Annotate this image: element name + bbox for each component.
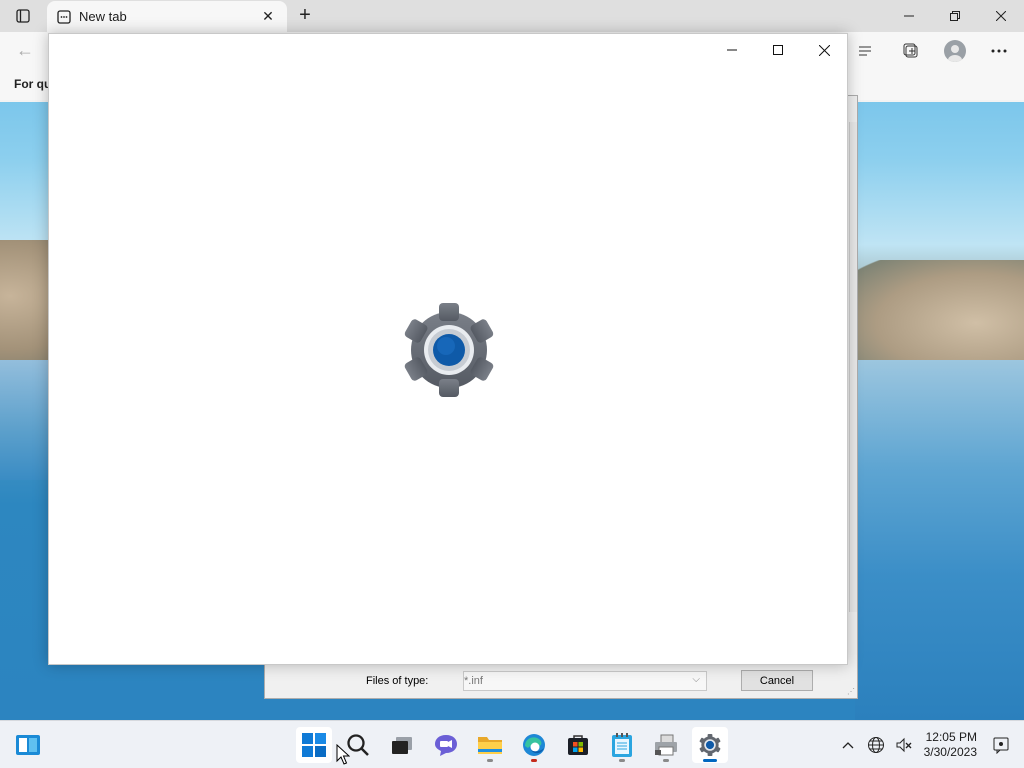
clock[interactable]: 12:05 PM 3/30/2023 xyxy=(918,730,987,760)
volume-muted-icon[interactable] xyxy=(891,732,917,758)
resize-grip-icon[interactable]: ⋰ xyxy=(847,687,855,696)
settings-minimize-button[interactable] xyxy=(709,34,755,66)
tab-close-icon[interactable]: ✕ xyxy=(259,8,277,25)
more-options-icon[interactable] xyxy=(986,38,1012,64)
toolbar-right-buttons xyxy=(852,36,1012,66)
settings-window-controls xyxy=(709,34,847,66)
edge-icon xyxy=(523,734,545,756)
cancel-button[interactable]: Cancel xyxy=(741,670,813,691)
printer-app-button[interactable] xyxy=(648,727,684,763)
browser-window-controls xyxy=(886,0,1024,32)
browser-restore-button[interactable] xyxy=(932,0,978,32)
files-of-type-select[interactable]: *.inf ⌵ xyxy=(463,671,707,691)
running-indicator xyxy=(487,759,493,762)
tab-actions-icon xyxy=(16,9,30,23)
settings-close-button[interactable] xyxy=(801,34,847,66)
task-view-button[interactable] xyxy=(384,727,420,763)
tab-label: New tab xyxy=(79,9,127,24)
settings-gear-icon xyxy=(404,303,494,397)
tab-new-tab[interactable]: New tab ✕ xyxy=(47,1,287,32)
new-tab-page-icon xyxy=(57,9,71,24)
edge-button[interactable] xyxy=(516,727,552,763)
browser-close-button[interactable] xyxy=(978,0,1024,32)
gear-icon xyxy=(699,733,721,757)
start-button[interactable] xyxy=(296,727,332,763)
teams-chat-icon xyxy=(435,735,457,756)
settings-window xyxy=(48,33,848,665)
dialog-scrollbar[interactable] xyxy=(849,122,857,612)
settings-taskbar-button[interactable] xyxy=(692,727,728,763)
chevron-down-icon: ⌵ xyxy=(692,674,700,685)
folder-icon xyxy=(478,737,502,754)
chat-button[interactable] xyxy=(428,727,464,763)
running-indicator xyxy=(619,759,625,762)
task-view-icon xyxy=(392,737,412,754)
printer-icon xyxy=(655,734,677,756)
profile-avatar-icon[interactable] xyxy=(944,40,966,62)
clock-date: 3/30/2023 xyxy=(923,745,977,759)
clock-time: 12:05 PM xyxy=(925,730,977,744)
store-icon xyxy=(568,735,588,755)
favorites-bar-text: For qu xyxy=(14,77,52,91)
back-arrow-icon[interactable]: ← xyxy=(16,40,34,61)
system-tray: 12:05 PM 3/30/2023 xyxy=(834,721,1024,768)
file-explorer-button[interactable] xyxy=(472,727,508,763)
new-tab-button[interactable]: + xyxy=(292,4,318,28)
active-app-indicator xyxy=(703,759,717,762)
files-of-type-value: *.inf xyxy=(464,675,483,687)
widgets-icon[interactable] xyxy=(16,733,40,757)
store-button[interactable] xyxy=(560,727,596,763)
chevron-up-icon[interactable] xyxy=(835,732,861,758)
globe-network-icon[interactable] xyxy=(863,732,889,758)
running-indicator xyxy=(531,759,537,762)
files-of-type-label: Files of type: xyxy=(366,675,429,687)
tab-actions-button[interactable] xyxy=(12,6,34,26)
windows-logo-icon xyxy=(302,733,326,757)
settings-maximize-button[interactable] xyxy=(755,34,801,66)
browser-minimize-button[interactable] xyxy=(886,0,932,32)
notepad-icon xyxy=(612,733,632,757)
taskbar: 12:05 PM 3/30/2023 xyxy=(0,720,1024,768)
favorites-icon[interactable] xyxy=(852,38,878,64)
notepad-button[interactable] xyxy=(604,727,640,763)
collections-icon[interactable] xyxy=(898,38,924,64)
notification-icon[interactable] xyxy=(988,732,1014,758)
mouse-cursor-icon xyxy=(336,744,350,765)
wallpaper-water-right xyxy=(855,360,1024,720)
running-indicator xyxy=(663,759,669,762)
